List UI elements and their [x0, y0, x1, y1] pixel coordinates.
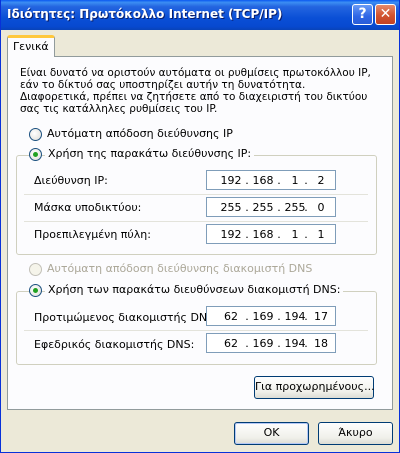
auto-dns-label[interactable]: Αυτόματη απόδοση διεύθυνσης διακομιστή D… [47, 262, 312, 275]
subnet-mask-octet-2: 255 [252, 201, 274, 214]
subnet-mask-octet-1: 255 [220, 201, 242, 214]
alternate-dns-octet-1: 62 [224, 337, 238, 350]
window-title: Ιδιότητες: Πρωτόκολλο Internet (TCP/IP) [7, 7, 283, 21]
subnet-mask-input[interactable]: 255 . 255 . 255 . 0 [206, 197, 336, 217]
default-gateway-label: Προεπιλεγμένη πύλη: [34, 228, 151, 241]
preferred-dns-input[interactable]: 62 . 169 . 194 . 17 [206, 306, 336, 326]
divider [24, 194, 368, 195]
alternate-dns-dot: . [245, 337, 249, 350]
ip-address-dot: . [245, 174, 249, 187]
default-gateway-octet-4: 1 [317, 228, 325, 241]
alternate-dns-octet-4: 18 [314, 337, 328, 350]
preferred-dns-octet-1: 62 [224, 310, 238, 323]
subnet-mask-dot: . [245, 201, 249, 214]
preferred-dns-dot: . [245, 310, 249, 323]
auto-dns-radio[interactable] [29, 263, 42, 276]
ip-address-octet-1: 192 [220, 174, 242, 187]
manual-dns-label[interactable]: Χρήση των παρακάτω διευθύνσεων διακομιστ… [45, 283, 344, 296]
preferred-dns-octet-4: 17 [314, 310, 328, 323]
default-gateway-octet-2: 168 [252, 228, 274, 241]
preferred-dns-octet-2: 169 [252, 310, 274, 323]
alternate-dns-label: Εφεδρικός διακομιστής DNS: [34, 338, 195, 351]
manual-ip-radio[interactable] [29, 148, 42, 161]
auto-ip-radio[interactable] [29, 128, 42, 141]
tab-general[interactable]: Γενικά [7, 35, 55, 57]
ip-address-label: Διεύθυνση IP: [34, 174, 108, 187]
auto-ip-label[interactable]: Αυτόματη απόδοση διεύθυνσης IP [47, 127, 233, 140]
default-gateway-dot: . [277, 228, 281, 241]
cancel-button[interactable]: Άκυρο [318, 422, 393, 445]
ip-address-input[interactable]: 192 . 168 . 1 . 2 [206, 170, 336, 190]
tcpip-properties-dialog: Ιδιότητες: Πρωτόκολλο Internet (TCP/IP) … [0, 0, 400, 453]
subnet-mask-dot: . [277, 201, 281, 214]
intro-text: Είναι δυνατό να οριστούν αυτόματα οι ρυθ… [20, 67, 371, 115]
subnet-mask-label: Μάσκα υποδικτύου: [34, 201, 142, 214]
ok-button[interactable]: OK [234, 422, 309, 445]
manual-ip-label[interactable]: Χρήση της παρακάτω διεύθυνσης IP: [45, 147, 255, 160]
manual-dns-radio[interactable] [29, 284, 42, 297]
tab-general-label: Γενικά [13, 40, 49, 53]
close-button[interactable]: ✕ [375, 4, 396, 25]
ip-address-octet-4: 2 [317, 174, 325, 187]
dns-settings-group [16, 291, 377, 365]
advanced-button[interactable]: Για προχωρημένους... [254, 376, 375, 399]
default-gateway-octet-1: 192 [220, 228, 242, 241]
preferred-dns-dot: . [277, 310, 281, 323]
divider [24, 221, 368, 222]
alternate-dns-dot: . [277, 337, 281, 350]
alternate-dns-octet-2: 169 [252, 337, 274, 350]
divider [24, 330, 368, 331]
ip-address-dot: . [277, 174, 281, 187]
preferred-dns-label: Προτιμώμενος διακομιστής DNS: [34, 311, 218, 324]
ip-address-octet-2: 168 [252, 174, 274, 187]
default-gateway-input[interactable]: 192 . 168 . 1 . 1 [206, 224, 336, 244]
title-bar[interactable]: Ιδιότητες: Πρωτόκολλο Internet (TCP/IP) … [1, 0, 399, 30]
alternate-dns-input[interactable]: 62 . 169 . 194 . 18 [206, 333, 336, 353]
default-gateway-dot: . [245, 228, 249, 241]
subnet-mask-octet-4: 0 [317, 201, 325, 214]
help-button[interactable]: ? [352, 4, 373, 25]
